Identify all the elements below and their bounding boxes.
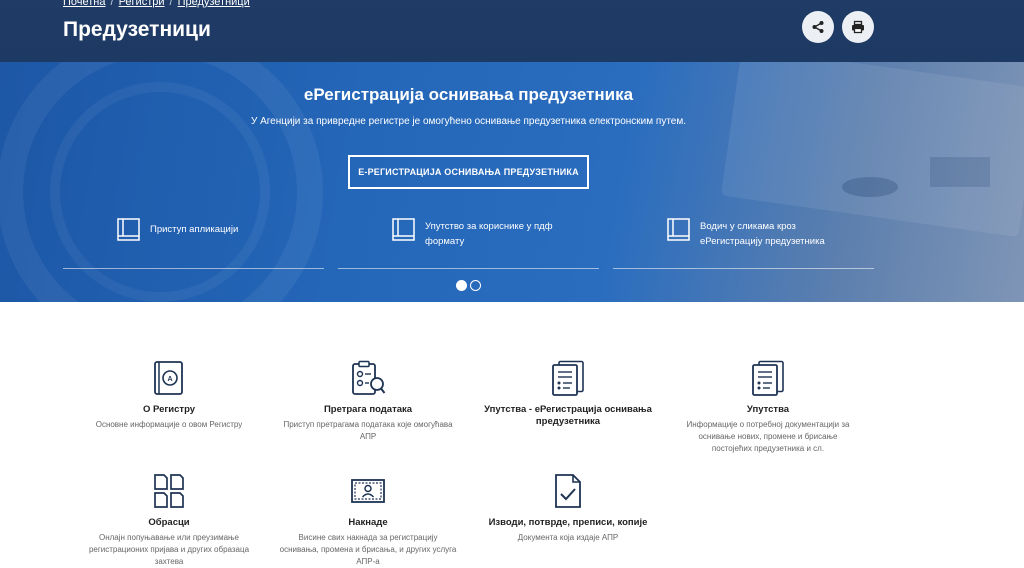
card-description: Информације о потребној документацији за… [686, 420, 850, 453]
book-icon [117, 218, 140, 241]
document-list-icon [752, 360, 784, 396]
card-title: Изводи, потврде, преписи, копије [488, 517, 648, 528]
printer-icon [852, 20, 864, 34]
slider-dot-1[interactable] [456, 280, 467, 291]
hero-divider [63, 268, 324, 269]
hero-link-label: Приступ апликацији [150, 224, 239, 235]
hero-divider [338, 268, 599, 269]
card-manuals[interactable]: Упутства Информације о потребној докумен… [678, 360, 858, 455]
card-title: Претрага података [323, 404, 413, 415]
hero-title: еРегистрација оснивања предузетника [303, 85, 634, 104]
card-description: Основне информације о овом Регистру [95, 420, 243, 429]
slider-dot-2[interactable] [470, 280, 481, 291]
hero-link-app-access[interactable]: Приступ апликацији [117, 217, 238, 241]
page-header: Почетна / Регистри / Предузетници Предуз… [0, 0, 1024, 62]
hero-divider [613, 268, 874, 269]
breadcrumb-home[interactable]: Почетна [63, 0, 106, 8]
breadcrumb-separator: / [110, 0, 114, 8]
hero-link-pdf-manual[interactable]: Упутство за кориснике у пдф формату [392, 217, 553, 249]
breadcrumb-current[interactable]: Предузетници [178, 0, 250, 8]
hero-link-label: Водич у сликама кроз [700, 221, 796, 232]
forms-icon [154, 474, 184, 508]
fees-banknote-icon [351, 479, 385, 503]
eregistration-button[interactable]: Е-РЕГИСТРАЦИЈА ОСНИВАЊА ПРЕДУЗЕТНИКА [348, 155, 589, 189]
card-data-search[interactable]: Претрага података Приступ претрагама под… [278, 360, 458, 443]
share-button[interactable] [802, 11, 834, 43]
svg-text:А: А [167, 376, 172, 383]
card-forms[interactable]: Обрасци Онлајн попуњавање или преузимање… [79, 473, 259, 568]
card-description: Висине свих накнада за регистрацију осни… [279, 533, 457, 566]
card-title: Упутства [746, 404, 790, 415]
card-description: Документа која издаје АПР [517, 533, 619, 542]
card-about-register[interactable]: А О Регистру Основне информације о овом … [79, 360, 259, 431]
register-book-icon: А [154, 361, 183, 395]
card-title: Накнаде [348, 517, 388, 528]
card-description: Приступ претрагама података које омогућа… [283, 420, 453, 441]
book-icon [667, 218, 690, 241]
card-description: Онлајн попуњавање или преузимање регистр… [88, 533, 250, 566]
card-eregistration-manuals[interactable]: Упутства - еРегистрација оснивања предуз… [478, 360, 658, 431]
hero-subtitle: У Агенцији за привредне регистре је омог… [250, 116, 687, 127]
data-search-icon [352, 360, 386, 395]
document-check-icon [555, 474, 581, 508]
card-title: О Регистру [142, 404, 196, 415]
card-fees[interactable]: Накнаде Висине свих накнада за регистрац… [278, 473, 458, 568]
page-title: Предузетници [63, 18, 211, 41]
hero-link-label: еРегистрацију предузетника [700, 236, 825, 247]
hero-banner: еРегистрација оснивања предузетника У Аг… [0, 62, 1024, 302]
share-icon [812, 21, 824, 33]
breadcrumb-separator: / [169, 0, 173, 8]
book-icon [392, 218, 415, 241]
print-button[interactable] [842, 11, 874, 43]
hero-link-picture-guide[interactable]: Водич у сликама кроз еРегистрацију преду… [667, 217, 825, 249]
breadcrumb: Почетна / Регистри / Предузетници [63, 0, 250, 8]
hero-link-label: Упутство за кориснике у пдф [425, 221, 553, 232]
hero-link-label: формату [425, 236, 465, 247]
card-title: Упутства - еРегистрација оснивања предуз… [484, 404, 652, 427]
card-title: Обрасци [148, 517, 190, 528]
document-list-icon [552, 360, 584, 396]
card-excerpts[interactable]: Изводи, потврде, преписи, копије Докумен… [478, 473, 658, 544]
breadcrumb-registers[interactable]: Регистри [119, 0, 165, 8]
